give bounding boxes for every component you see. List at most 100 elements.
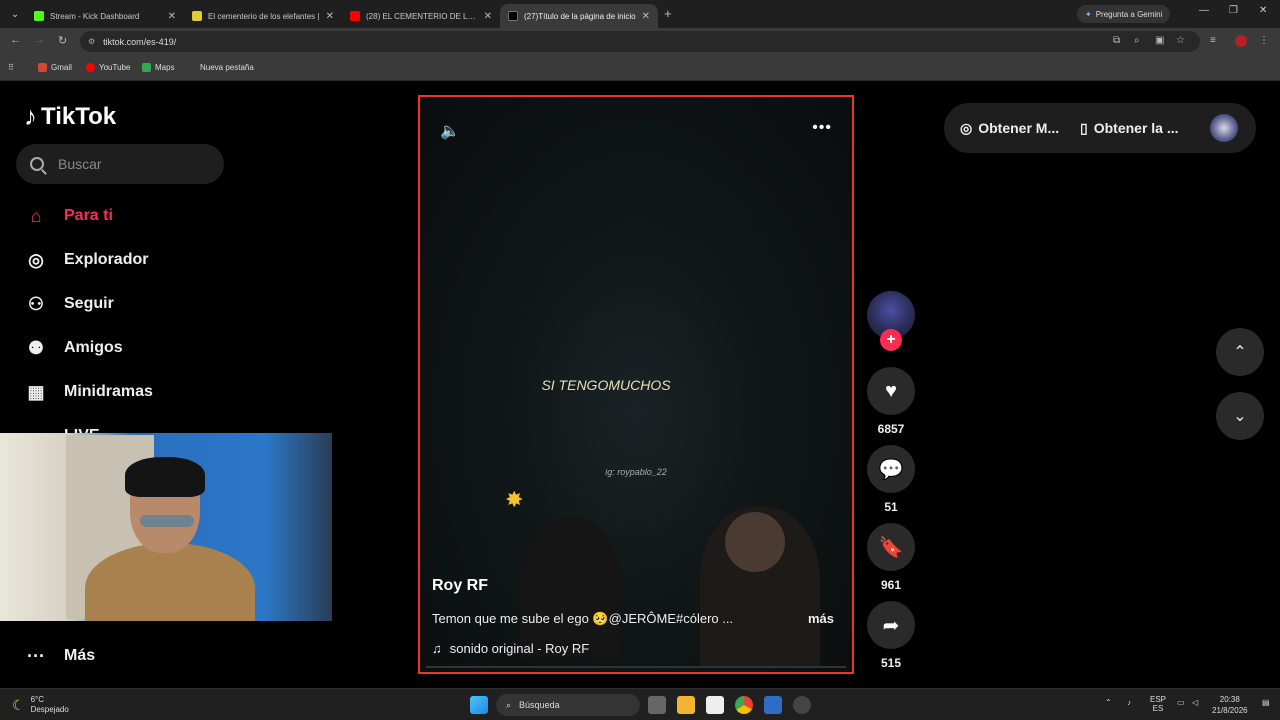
music-note-icon: ♫ [432, 641, 442, 656]
previous-video-button[interactable]: ⌃ [1216, 328, 1264, 376]
reload-icon[interactable]: ↻ [58, 34, 67, 47]
notifications-icon[interactable]: ▤ [1262, 698, 1270, 707]
home-icon: ⌂ [30, 205, 42, 226]
like-button[interactable]: ♥ [867, 367, 915, 415]
new-tab-icon[interactable]: + [664, 6, 672, 21]
bookmark-star-icon[interactable]: ☆ [1176, 35, 1185, 46]
close-tab-icon[interactable]: ✕ [484, 11, 492, 22]
close-window-icon[interactable]: ✕ [1259, 5, 1267, 16]
settings-icon[interactable] [764, 696, 782, 714]
store-icon[interactable] [706, 696, 724, 714]
minimize-icon[interactable]: — [1199, 5, 1209, 16]
bookmark-youtube[interactable]: YouTube [86, 63, 130, 72]
nav-more[interactable]: ··· Más [24, 644, 95, 668]
follow-icon: ⚇ [27, 293, 45, 314]
description-more-link[interactable]: más [808, 611, 834, 626]
chevron-up-icon: ⌃ [1233, 344, 1247, 361]
share-button[interactable]: ➦ [867, 601, 915, 649]
weather-widget[interactable]: ☾ 6°C Despejado [12, 695, 69, 715]
nav-friends[interactable]: ⚉ Amigos [24, 336, 123, 360]
media-icon[interactable]: ≡ [1210, 35, 1216, 46]
save-button[interactable]: 🔖 [867, 523, 915, 571]
video-progress-bar[interactable] [426, 666, 846, 668]
obs-icon[interactable] [793, 696, 811, 714]
back-icon[interactable]: ← [10, 34, 21, 46]
user-profile-avatar[interactable] [1210, 114, 1238, 142]
chrome-icon[interactable] [735, 696, 753, 714]
next-video-button[interactable]: ⌄ [1216, 392, 1264, 440]
tray-overflow-icon[interactable]: ⌃ [1105, 698, 1112, 707]
search-input[interactable]: Buscar [16, 144, 224, 184]
bookmark-new-tab[interactable]: Nueva pestaña [200, 63, 254, 72]
video-person-left [520, 517, 620, 657]
zoom-icon[interactable]: ⌕ [1134, 35, 1140, 46]
youtube-icon [86, 63, 95, 72]
tiktok-favicon-icon [508, 11, 518, 21]
video-player[interactable]: 🔈 ••• SI TENGOMUCHOS ig: roypablo_22 ✸ R… [418, 95, 854, 674]
video-description: Temon que me sube el ego 🥺@JERÔME#cólero… [432, 611, 734, 626]
video-author[interactable]: Roy RF [432, 577, 488, 595]
share-count: 515 [880, 656, 902, 670]
microphone-icon[interactable]: ♪ [1127, 698, 1131, 707]
comment-button[interactable]: 💬 [867, 445, 915, 493]
browser-tab[interactable]: Stream - Kick Dashboard ✕ [26, 4, 184, 28]
streamer-glasses [140, 515, 194, 527]
browser-menu-icon[interactable]: ⋮ [1259, 35, 1269, 46]
nav-following[interactable]: ⚇ Seguir [24, 292, 114, 316]
gmail-icon [38, 63, 47, 72]
gemini-star-icon: ✦ [1085, 9, 1092, 19]
tiktok-logo[interactable]: ♪ TikTok [24, 101, 116, 132]
apps-icon[interactable]: ⠿ [8, 63, 14, 72]
bookmark-gmail[interactable]: Gmail [38, 63, 72, 72]
close-tab-icon[interactable]: ✕ [642, 11, 650, 22]
follow-plus-icon[interactable]: + [880, 329, 902, 351]
get-mobile-app-button[interactable]: ▯ Obtener la ... [1080, 120, 1210, 137]
volume-icon[interactable]: 🔈 [440, 121, 460, 141]
network-icon[interactable]: ▭ [1177, 698, 1185, 707]
get-app-bar: ◎ Obtener M... ▯ Obtener la ... [944, 103, 1256, 153]
profile-avatar[interactable] [1235, 35, 1247, 47]
maximize-icon[interactable]: ❐ [1229, 5, 1238, 16]
taskbar-search[interactable]: ⌕ Búsqueda [496, 694, 640, 716]
nav-explore[interactable]: ◎ Explorador [24, 248, 148, 272]
language-indicator[interactable]: ESP ES [1150, 695, 1166, 713]
site-info-icon[interactable]: ⚙ [88, 37, 95, 46]
bookmark-maps[interactable]: Maps [142, 63, 175, 72]
bookmark-icon: 🔖 [878, 536, 904, 559]
volume-tray-icon[interactable]: ◁ [1192, 698, 1198, 707]
video-sound[interactable]: ♫ sonido original - Roy RF [432, 641, 589, 656]
browser-tab-active[interactable]: (27)Título de la página de inicio ✕ [500, 4, 658, 28]
close-tab-icon[interactable]: ✕ [326, 11, 334, 22]
star-decoration-icon: ✸ [505, 487, 524, 512]
video-watermark: ig: roypablo_22 [605, 467, 667, 477]
video-options-icon[interactable]: ••• [812, 119, 832, 137]
webcam-overlay [0, 433, 332, 621]
browser-tab[interactable]: (28) EL CEMENTERIO DE LOS EL... ✕ [342, 4, 500, 28]
comment-icon: 💬 [878, 458, 904, 481]
forward-icon[interactable]: → [34, 34, 45, 46]
gemini-button[interactable]: ✦ Pregunta a Gemini [1077, 5, 1171, 23]
nav-minidramas[interactable]: ▦ Minidramas [24, 380, 152, 404]
search-icon: ⌕ [506, 699, 512, 710]
browser-tab[interactable]: El cementerio de los elefantes | ✕ [184, 4, 342, 28]
clock[interactable]: 20:38 21/8/2026 [1212, 694, 1248, 716]
search-icon [30, 157, 44, 171]
file-explorer-icon[interactable] [677, 696, 695, 714]
chevron-down-icon: ⌄ [1233, 408, 1247, 425]
film-icon: ▦ [27, 381, 45, 402]
share-arrow-icon: ➦ [882, 614, 900, 637]
compass-small-icon: ◎ [960, 119, 973, 136]
friends-icon: ⚉ [27, 337, 45, 358]
install-icon[interactable]: ▣ [1155, 35, 1164, 46]
bookmarks-bar: ⠿ Gmail YouTube Maps Nueva pestaña [0, 55, 1280, 81]
youtube-favicon-icon [350, 11, 360, 21]
task-view-icon[interactable] [648, 696, 666, 714]
get-desktop-app-button[interactable]: ◎ Obtener M... [960, 120, 1080, 137]
nav-for-you[interactable]: ⌂ Para ti [24, 204, 113, 228]
tab-search-icon[interactable]: ⌄ [6, 5, 24, 23]
tiktok-note-icon: ♪ [24, 101, 37, 131]
windows-start-icon[interactable] [470, 696, 488, 714]
translate-icon[interactable]: ⧉ [1113, 35, 1120, 46]
close-tab-icon[interactable]: ✕ [168, 11, 176, 22]
address-bar[interactable]: ⚙ tiktok.com/es-419/ [80, 31, 1200, 52]
